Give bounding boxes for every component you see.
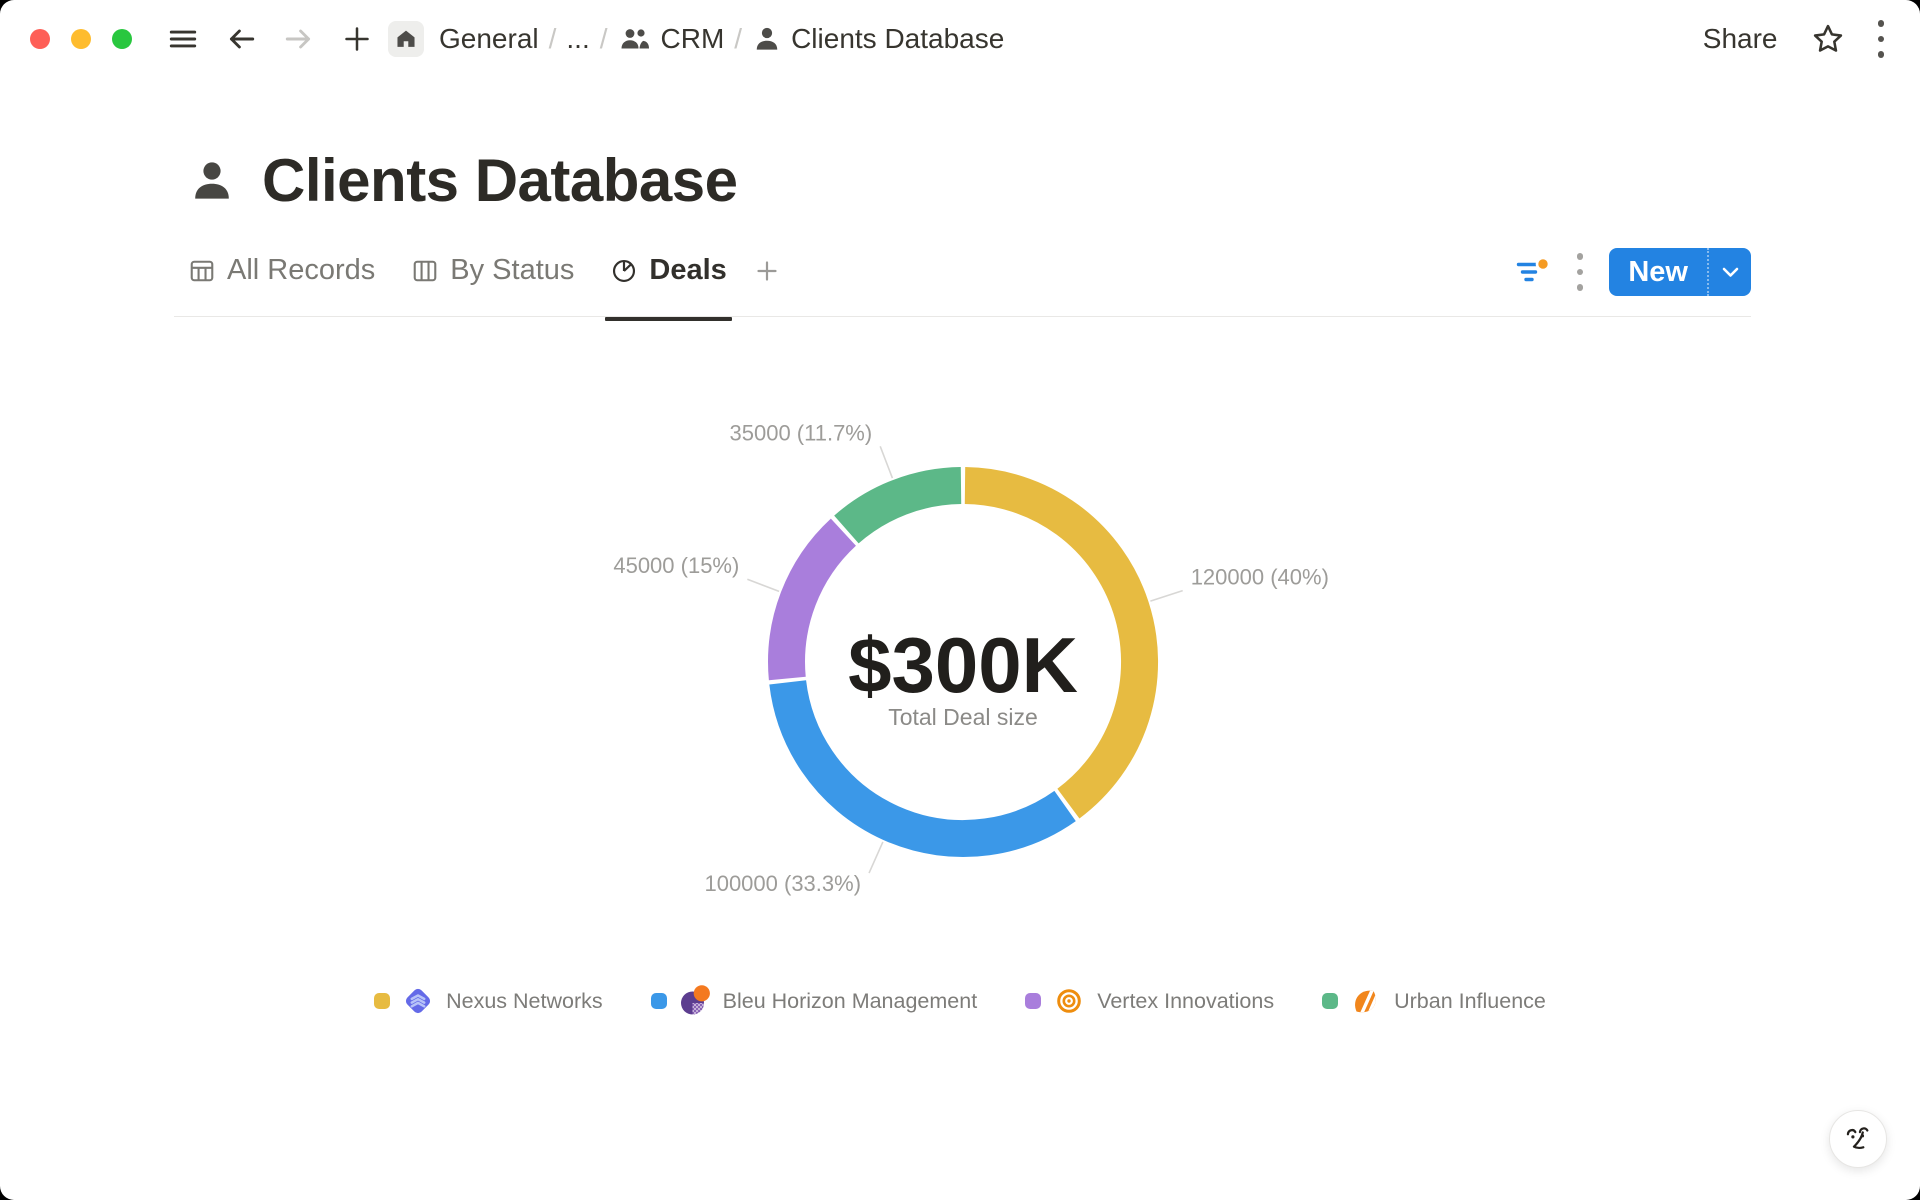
ai-face-icon	[1842, 1122, 1874, 1156]
new-button-label: New	[1609, 248, 1707, 296]
notion-ai-button[interactable]	[1829, 1110, 1887, 1168]
legend-label: Nexus Networks	[446, 989, 603, 1014]
label-leader-line	[1150, 591, 1182, 602]
breadcrumb-collapsed-more[interactable]: ...	[566, 23, 589, 55]
zoom-window-button[interactable]	[112, 29, 132, 49]
legend-color-swatch	[651, 993, 667, 1009]
legend-label: Bleu Horizon Management	[723, 989, 978, 1014]
topbar: General / ... / CRM / Cli	[0, 0, 1920, 78]
legend-item-nexus-networks[interactable]: Nexus Networks	[374, 984, 603, 1018]
tab-label: Deals	[649, 254, 726, 287]
chart-legend: Nexus Networks Bleu Horizon Management Ver…	[0, 984, 1920, 1018]
breadcrumb-item-clients-database[interactable]: Clients Database	[752, 23, 1004, 55]
screen: General / ... / CRM / Cli	[0, 0, 1920, 1200]
label-leader-line	[747, 579, 779, 591]
legend-color-swatch	[374, 993, 390, 1009]
home-button[interactable]	[388, 21, 424, 57]
donut-center-label: Total Deal size	[888, 704, 1038, 730]
legend-item-vertex-innovations[interactable]: Vertex Innovations	[1025, 984, 1274, 1018]
people-icon	[618, 24, 652, 54]
legend-color-swatch	[1322, 993, 1338, 1009]
app-window: General / ... / CRM / Cli	[0, 0, 1920, 1200]
share-button[interactable]: Share	[1703, 23, 1778, 55]
chevron-down-icon	[1722, 267, 1739, 278]
segment-value-label: 120000 (40%)	[1191, 565, 1329, 590]
view-tabs: All Records By Status Deals	[174, 244, 785, 297]
close-window-button[interactable]	[30, 29, 50, 49]
legend-label: Urban Influence	[1394, 989, 1546, 1014]
new-record-button[interactable]: New	[1609, 248, 1751, 296]
segment-value-label: 100000 (33.3%)	[704, 871, 861, 896]
new-button-dropdown[interactable]	[1707, 248, 1751, 296]
tab-label: All Records	[227, 254, 375, 287]
breadcrumb-separator: /	[549, 23, 557, 55]
forward-arrow-icon[interactable]	[282, 22, 316, 56]
donut-segment-vertex-innovations[interactable]	[787, 532, 844, 678]
nav-controls	[166, 22, 374, 56]
breadcrumb-page-label: Clients Database	[791, 23, 1004, 55]
donut-segment-urban-influence[interactable]	[846, 486, 961, 530]
donut-segment-bleu-horizon-management[interactable]	[788, 682, 1065, 838]
filter-sort-icon[interactable]	[1515, 257, 1551, 287]
vertex-innovations-logo	[1052, 984, 1086, 1018]
page-person-icon	[188, 157, 236, 205]
favorite-star-icon[interactable]	[1810, 21, 1846, 57]
person-icon	[752, 24, 782, 54]
filter-active-badge	[1537, 258, 1549, 270]
bleu-horizon-logo	[678, 984, 712, 1018]
add-view-plus-icon[interactable]	[749, 247, 785, 295]
tab-label: By Status	[450, 254, 574, 287]
tab-by-status[interactable]: By Status	[397, 244, 588, 297]
view-toolbar: New	[1515, 244, 1751, 296]
donut-segment-nexus-networks[interactable]	[965, 486, 1140, 804]
back-arrow-icon[interactable]	[224, 22, 258, 56]
window-controls	[30, 29, 132, 49]
more-options-icon[interactable]	[1878, 20, 1885, 58]
view-tabs-bar: All Records By Status Deals	[174, 244, 1751, 317]
topbar-actions: Share	[1703, 20, 1884, 58]
view-more-options-icon[interactable]	[1577, 253, 1584, 291]
breadcrumb: General / ... / CRM / Cli	[439, 23, 1004, 55]
minimize-window-button[interactable]	[71, 29, 91, 49]
board-icon	[411, 257, 439, 285]
page-header: Clients Database	[188, 146, 738, 215]
segment-value-label: 45000 (15%)	[613, 553, 739, 578]
tab-deals[interactable]: Deals	[596, 244, 740, 297]
home-icon	[395, 28, 417, 50]
urban-influence-logo	[1349, 984, 1383, 1018]
sidebar-menu-icon[interactable]	[166, 22, 200, 56]
breadcrumb-crm-label: CRM	[661, 23, 725, 55]
segment-value-label: 35000 (11.7%)	[730, 420, 873, 445]
pie-chart-icon	[610, 257, 638, 285]
legend-label: Vertex Innovations	[1097, 989, 1274, 1014]
tab-all-records[interactable]: All Records	[174, 244, 389, 297]
page-title[interactable]: Clients Database	[262, 146, 738, 215]
nexus-networks-logo	[401, 984, 435, 1018]
donut-center-value: $300K	[848, 621, 1078, 709]
table-icon	[188, 257, 216, 285]
breadcrumb-item-general[interactable]: General	[439, 23, 539, 55]
legend-color-swatch	[1025, 993, 1041, 1009]
breadcrumb-separator: /	[734, 23, 742, 55]
breadcrumb-separator: /	[600, 23, 608, 55]
new-page-plus-icon[interactable]	[340, 22, 374, 56]
legend-item-urban-influence[interactable]: Urban Influence	[1322, 984, 1546, 1018]
legend-item-bleu-horizon-management[interactable]: Bleu Horizon Management	[651, 984, 978, 1018]
breadcrumb-item-crm[interactable]: CRM	[618, 23, 725, 55]
label-leader-line	[869, 842, 883, 873]
label-leader-line	[880, 446, 892, 478]
